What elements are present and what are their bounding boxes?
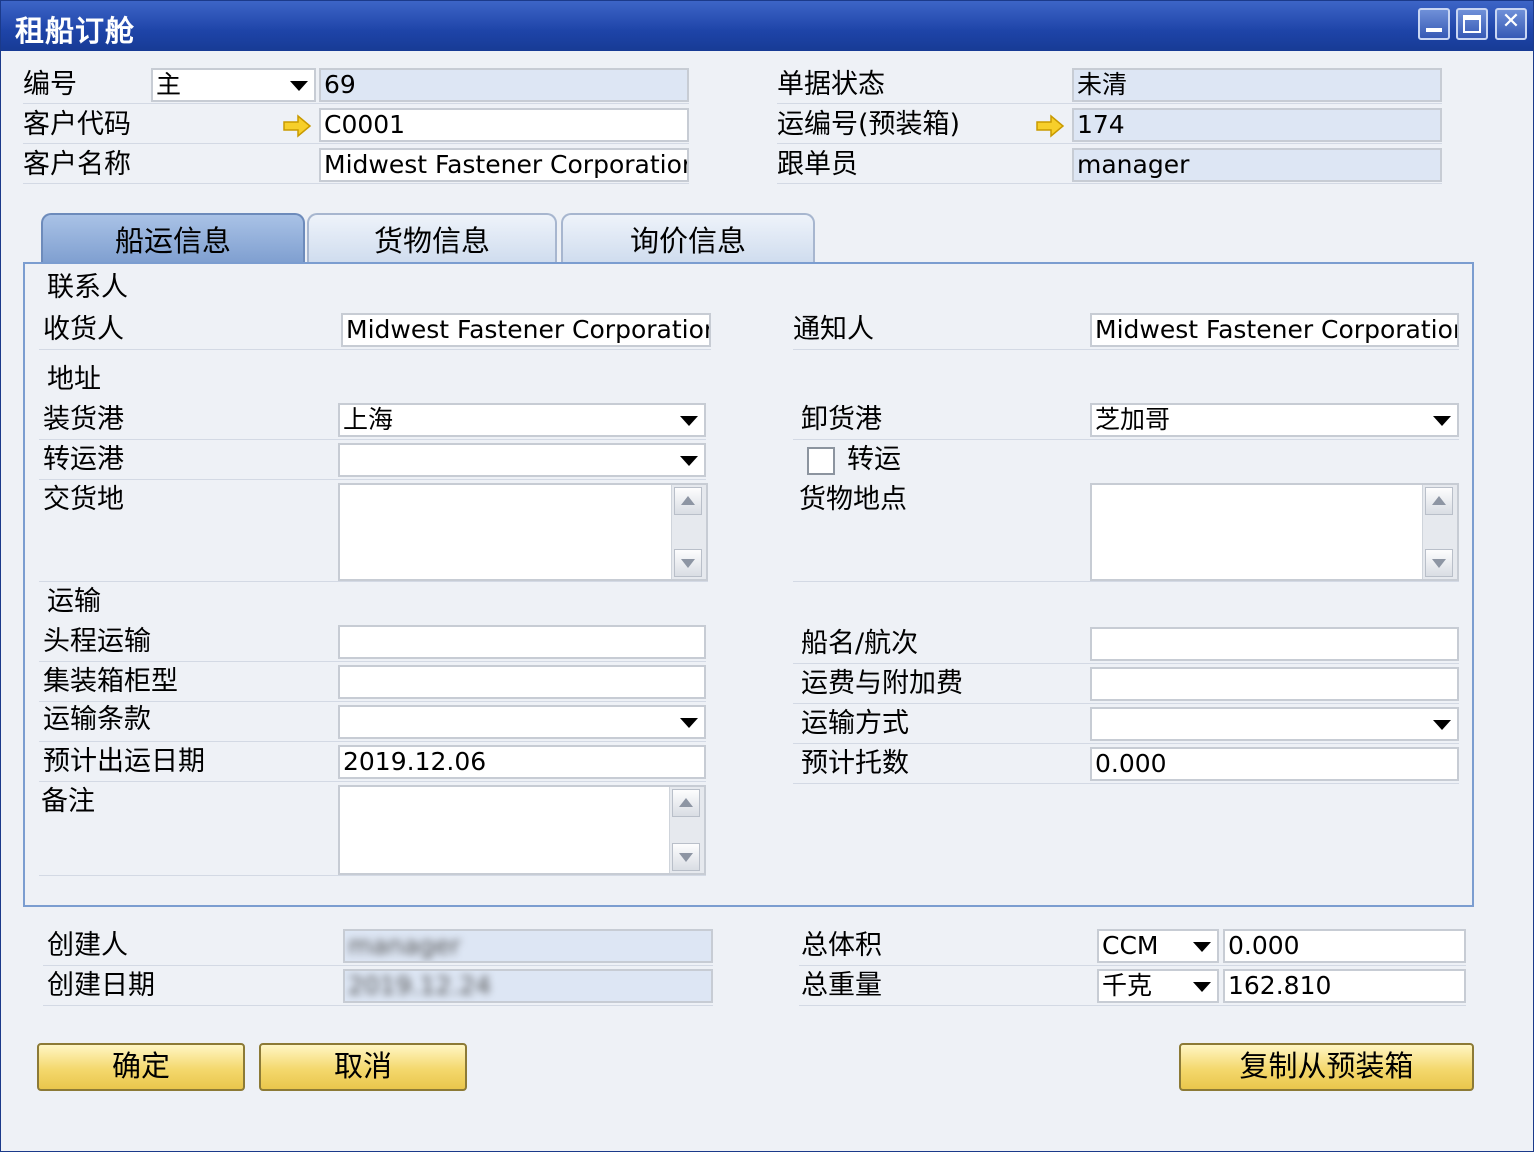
scroll-up-icon[interactable] [1425, 487, 1453, 515]
address-section-title: 地址 [47, 364, 101, 395]
number-series-dropdown[interactable]: 主 [151, 68, 316, 102]
notify-field[interactable]: Midwest Fastener Corporation [1090, 313, 1459, 347]
ship-no-label: 运编号(预装箱) [777, 109, 961, 140]
port-discharge-dropdown[interactable]: 芝加哥 [1090, 403, 1459, 437]
total-weight-field[interactable]: 162.810 [1223, 969, 1466, 1003]
pallets-label: 预计托数 [801, 748, 909, 779]
delivery-place-textarea[interactable] [338, 483, 708, 581]
customer-code-field[interactable]: C0001 [319, 108, 689, 142]
window-title: 租船订舱 [15, 14, 136, 48]
terms-label: 运输条款 [43, 704, 151, 735]
maximize-button[interactable] [1456, 8, 1488, 40]
number-label: 编号 [23, 69, 77, 100]
scrollbar[interactable] [671, 485, 706, 579]
ok-button[interactable]: 确定 [37, 1043, 245, 1091]
port-transit-label: 转运港 [43, 444, 124, 475]
scrollbar[interactable] [669, 787, 704, 873]
delivery-place-label: 交货地 [43, 484, 124, 515]
pre-carriage-field[interactable] [338, 625, 706, 659]
transport-section-title: 运输 [47, 586, 101, 617]
container-type-label: 集装箱柜型 [43, 666, 178, 697]
mode-label: 运输方式 [801, 708, 909, 739]
scroll-down-icon[interactable] [674, 549, 702, 577]
created-date-field: 2019.12.24 [343, 969, 713, 1003]
freight-label: 运费与附加费 [801, 668, 963, 699]
remarks-label: 备注 [41, 786, 95, 817]
total-volume-field[interactable]: 0.000 [1223, 929, 1466, 963]
tab-shipping-info[interactable]: 船运信息 [41, 213, 305, 263]
total-weight-label: 总重量 [801, 970, 882, 1001]
freight-field[interactable] [1090, 667, 1459, 701]
created-date-value-blurred: 2019.12.24 [348, 971, 492, 1000]
shipping-info-panel [23, 262, 1474, 907]
copy-from-packing-button[interactable]: 复制从预装箱 [1179, 1043, 1474, 1091]
customer-code-label: 客户代码 [23, 109, 131, 140]
container-type-field[interactable] [338, 665, 706, 699]
terms-dropdown[interactable] [338, 705, 706, 739]
vessel-field[interactable] [1090, 627, 1459, 661]
transship-label: 转运 [847, 444, 901, 475]
title-bar: 租船订舱 [1, 1, 1533, 51]
tab-cargo-info[interactable]: 货物信息 [307, 213, 557, 263]
close-button[interactable] [1495, 8, 1527, 40]
link-arrow-icon[interactable] [282, 114, 312, 138]
scroll-up-icon[interactable] [674, 487, 702, 515]
etd-label: 预计出运日期 [43, 746, 205, 777]
customer-name-label: 客户名称 [23, 149, 131, 180]
total-volume-label: 总体积 [801, 930, 882, 961]
booking-window: 租船订舱 编号 主 69 客户代码 C0001 客户名称 Midwest Fas… [0, 0, 1534, 1152]
customer-name-field[interactable]: Midwest Fastener Corporation [319, 148, 689, 182]
vessel-label: 船名/航次 [801, 628, 919, 659]
consignee-field[interactable]: Midwest Fastener Corporation [341, 313, 711, 347]
contact-section-title: 联系人 [47, 272, 128, 303]
etd-field[interactable]: 2019.12.06 [338, 745, 706, 779]
creator-field: manager [343, 929, 713, 963]
volume-unit-dropdown[interactable]: CCM [1097, 929, 1219, 963]
goods-location-textarea[interactable] [1090, 483, 1459, 581]
creator-value-blurred: manager [348, 931, 461, 960]
doc-status-field[interactable]: 未清 [1072, 68, 1442, 102]
minimize-button[interactable] [1418, 8, 1450, 40]
port-discharge-label: 卸货港 [801, 404, 882, 435]
scrollbar[interactable] [1422, 485, 1457, 579]
pre-carriage-label: 头程运输 [43, 626, 151, 657]
follower-label: 跟单员 [777, 149, 858, 180]
pallets-field[interactable]: 0.000 [1090, 747, 1459, 781]
tab-inquiry-info[interactable]: 询价信息 [561, 213, 815, 263]
scroll-down-icon[interactable] [1425, 549, 1453, 577]
scroll-up-icon[interactable] [672, 789, 700, 817]
port-loading-label: 装货港 [43, 404, 124, 435]
notify-label: 通知人 [793, 314, 874, 345]
created-date-label: 创建日期 [47, 970, 155, 1001]
number-field[interactable]: 69 [319, 68, 689, 102]
port-loading-dropdown[interactable]: 上海 [338, 403, 706, 437]
link-arrow-icon[interactable] [1035, 114, 1065, 138]
weight-unit-dropdown[interactable]: 千克 [1097, 969, 1219, 1003]
scroll-down-icon[interactable] [672, 843, 700, 871]
transship-checkbox[interactable] [807, 447, 835, 475]
port-transit-dropdown[interactable] [338, 443, 706, 477]
mode-dropdown[interactable] [1090, 707, 1459, 741]
goods-location-label: 货物地点 [799, 484, 907, 515]
follower-field[interactable]: manager [1072, 148, 1442, 182]
cancel-button[interactable]: 取消 [259, 1043, 467, 1091]
creator-label: 创建人 [47, 930, 128, 961]
doc-status-label: 单据状态 [777, 69, 885, 100]
consignee-label: 收货人 [43, 314, 124, 345]
ship-no-field[interactable]: 174 [1072, 108, 1442, 142]
remarks-textarea[interactable] [338, 785, 706, 875]
